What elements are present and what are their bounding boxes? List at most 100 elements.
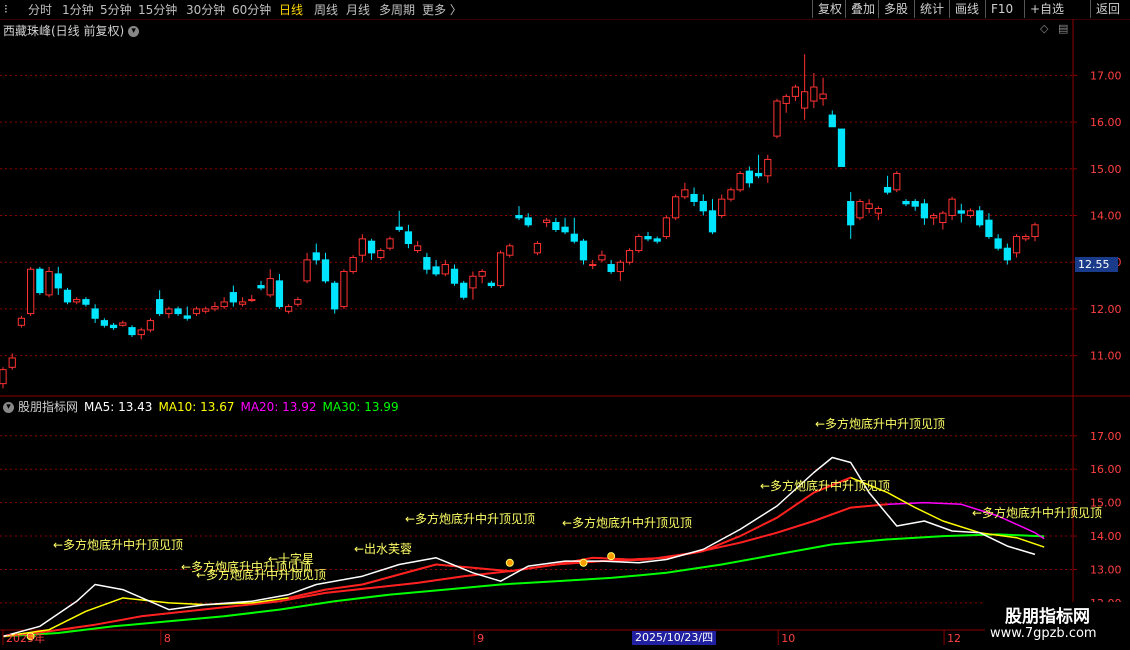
candle[interactable] <box>1012 236 1021 254</box>
candle[interactable] <box>552 222 560 231</box>
candle[interactable] <box>911 200 919 207</box>
candle[interactable] <box>1003 247 1011 261</box>
candle[interactable] <box>1031 224 1039 238</box>
candle[interactable] <box>82 299 90 305</box>
candle[interactable] <box>625 250 634 263</box>
candle[interactable] <box>478 271 486 277</box>
candle[interactable] <box>570 233 578 242</box>
candle[interactable] <box>856 200 864 219</box>
candle[interactable] <box>699 200 707 212</box>
candle[interactable] <box>275 280 284 308</box>
candle[interactable] <box>156 299 164 315</box>
candle[interactable] <box>100 320 108 326</box>
candle[interactable] <box>238 301 247 305</box>
candle[interactable] <box>266 278 274 296</box>
candle[interactable] <box>598 254 606 261</box>
candle[interactable] <box>773 100 781 137</box>
candle[interactable] <box>801 91 809 109</box>
candle[interactable] <box>708 210 717 233</box>
candle[interactable] <box>441 264 449 275</box>
candle[interactable] <box>119 322 127 326</box>
indicator-title[interactable]: ▾ 股朋指标网 MA5: 13.43 MA10: 13.67 MA20: 13.92 MA… <box>3 398 405 415</box>
candle[interactable] <box>745 170 753 184</box>
candle[interactable] <box>533 243 542 254</box>
candle[interactable] <box>754 172 763 177</box>
candle[interactable] <box>312 252 320 261</box>
candle[interactable] <box>902 200 910 205</box>
candle[interactable] <box>948 198 956 217</box>
candle[interactable] <box>0 369 7 385</box>
candle[interactable] <box>1022 236 1030 240</box>
candle[interactable] <box>91 308 99 319</box>
candle[interactable] <box>865 203 873 209</box>
candle[interactable] <box>764 158 772 177</box>
candle[interactable] <box>45 271 53 296</box>
candle[interactable] <box>36 268 44 294</box>
candle[interactable] <box>939 212 947 224</box>
candle[interactable] <box>883 186 892 193</box>
candle[interactable] <box>662 217 671 238</box>
candle[interactable] <box>791 86 800 97</box>
candle[interactable] <box>395 226 403 231</box>
candle[interactable] <box>874 207 882 214</box>
candle[interactable] <box>229 292 237 303</box>
candle[interactable] <box>589 264 597 267</box>
candle[interactable] <box>331 282 339 310</box>
candle[interactable] <box>450 268 459 284</box>
candle[interactable] <box>496 252 505 287</box>
candle[interactable] <box>8 357 16 368</box>
candle[interactable] <box>930 215 938 219</box>
candle[interactable] <box>819 93 827 100</box>
candle[interactable] <box>174 308 182 315</box>
candle[interactable] <box>109 324 118 329</box>
candle[interactable] <box>681 189 689 198</box>
candle[interactable] <box>349 257 357 273</box>
candle[interactable] <box>653 238 661 242</box>
candle[interactable] <box>54 273 62 289</box>
candle[interactable] <box>423 257 431 270</box>
candle[interactable] <box>377 250 385 259</box>
candle[interactable] <box>137 329 145 336</box>
candle[interactable] <box>248 299 256 302</box>
candle[interactable] <box>303 259 311 282</box>
candle[interactable] <box>17 317 26 326</box>
candle[interactable] <box>561 226 569 233</box>
candle[interactable] <box>128 327 136 336</box>
candle[interactable] <box>63 289 72 303</box>
candle[interactable] <box>543 219 551 224</box>
candle[interactable] <box>727 189 735 200</box>
candle[interactable] <box>579 240 588 261</box>
candle[interactable] <box>616 261 624 273</box>
candle[interactable] <box>957 210 965 214</box>
candle[interactable] <box>183 315 191 319</box>
candle[interactable] <box>985 219 993 238</box>
candle[interactable] <box>847 200 855 226</box>
candle[interactable] <box>828 114 836 128</box>
candle[interactable] <box>607 264 615 273</box>
candle[interactable] <box>920 203 929 219</box>
candle[interactable] <box>524 217 532 226</box>
candle[interactable] <box>469 275 477 289</box>
candle[interactable] <box>672 196 680 219</box>
candle[interactable] <box>782 95 790 104</box>
candle[interactable] <box>294 299 302 305</box>
candle[interactable] <box>358 238 366 256</box>
candle[interactable] <box>718 198 726 217</box>
candle[interactable] <box>966 210 975 217</box>
candle[interactable] <box>73 299 81 303</box>
candle[interactable] <box>515 215 523 219</box>
candle[interactable] <box>432 266 440 275</box>
candle[interactable] <box>736 172 744 191</box>
candle[interactable] <box>644 236 652 240</box>
candle[interactable] <box>487 282 495 287</box>
candle[interactable] <box>257 285 265 289</box>
candle[interactable] <box>404 231 413 245</box>
candle[interactable] <box>202 308 210 312</box>
candle[interactable] <box>220 301 228 308</box>
candle[interactable] <box>192 308 201 315</box>
candle[interactable] <box>386 238 394 249</box>
candle[interactable] <box>893 172 901 191</box>
candle[interactable] <box>367 240 376 254</box>
candle[interactable] <box>340 271 348 308</box>
candle[interactable] <box>994 238 1002 249</box>
